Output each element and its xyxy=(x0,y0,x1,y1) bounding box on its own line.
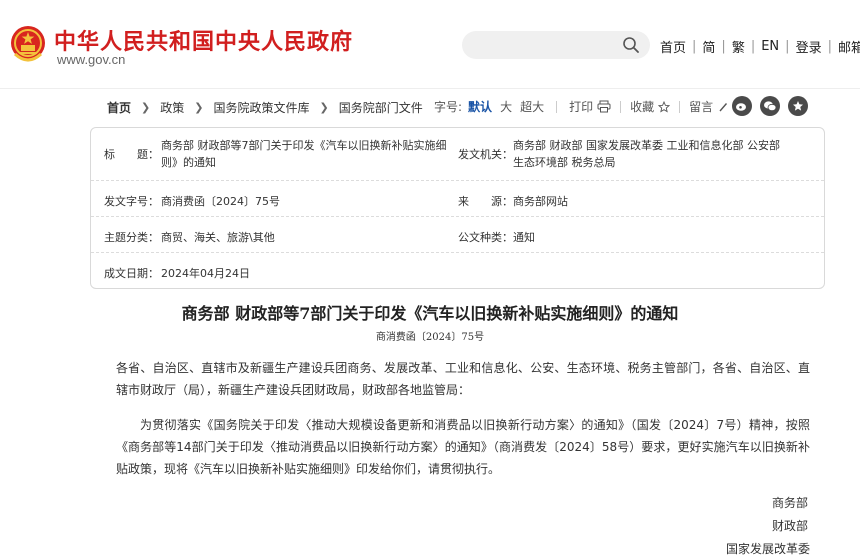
favorite-button[interactable]: 收藏 xyxy=(630,98,671,115)
favorite-label: 收藏 xyxy=(630,100,655,114)
link-separator: | xyxy=(750,39,756,54)
title-value: 商务部 财政部等7部门关于印发《汽车以旧换新补贴实施细则》的通知 xyxy=(161,139,447,169)
link-separator: | xyxy=(692,39,697,54)
document-title: 商务部 财政部等7部门关于印发《汽车以旧换新补贴实施细则》的通知 xyxy=(181,304,679,323)
breadcrumb-home[interactable]: 首页 xyxy=(107,99,131,116)
title-label: 标 题： xyxy=(104,148,159,161)
source-label: 来 源： xyxy=(458,195,513,208)
font-size-xlarge[interactable]: 超大 xyxy=(520,98,544,115)
link-simplified[interactable]: 简 xyxy=(702,37,715,56)
chevron-right-icon: ❯ xyxy=(141,101,151,114)
topic-label: 主题分类： xyxy=(104,231,159,244)
national-emblem-icon[interactable] xyxy=(9,24,47,64)
article-tools: 字号: 默认 大 超大 打印 收藏 留言 xyxy=(434,98,729,115)
bookmark-star-icon[interactable] xyxy=(788,96,808,116)
date-label: 成文日期： xyxy=(104,267,159,280)
weibo-icon[interactable] xyxy=(732,96,752,116)
issuer-label: 发文机关： xyxy=(458,148,513,161)
link-mail[interactable]: 邮箱 xyxy=(838,37,860,56)
breadcrumb-policy[interactable]: 政策 xyxy=(160,99,184,116)
font-size-label: 字号: xyxy=(434,100,463,114)
wechat-icon[interactable] xyxy=(760,96,780,116)
breadcrumb: 首页 ❯ 政策 ❯ 国务院政策文件库 ❯ 国务院部门文件 xyxy=(107,99,423,116)
tools-divider xyxy=(679,100,681,113)
comment-button[interactable]: 留言 xyxy=(689,98,729,115)
font-size-default[interactable]: 默认 xyxy=(468,98,492,115)
tools-divider xyxy=(620,100,622,113)
link-traditional[interactable]: 繁 xyxy=(732,37,745,56)
site-url: www.gov.cn xyxy=(57,52,126,67)
search-box xyxy=(462,31,650,59)
info-row-date: 成文日期： 2024年04月24日 xyxy=(91,253,824,289)
topic-value: 商贸、海关、旅游\其他 xyxy=(161,231,275,244)
link-login[interactable]: 登录 xyxy=(796,37,822,56)
breadcrumb-policy-library[interactable]: 国务院政策文件库 xyxy=(213,99,309,116)
link-separator: | xyxy=(785,39,790,54)
source-value: 商务部网站 xyxy=(513,195,568,208)
site-header: 中华人民共和国中央人民政府 www.gov.cn 首页 | 简 | 繁 | EN… xyxy=(0,0,860,88)
chevron-right-icon: ❯ xyxy=(319,101,329,114)
chevron-right-icon: ❯ xyxy=(194,101,204,114)
star-icon xyxy=(658,100,671,113)
top-links: 首页 | 简 | 繁 | EN | 登录 | 邮箱 xyxy=(660,37,860,56)
link-separator: | xyxy=(827,39,832,54)
type-value: 通知 xyxy=(513,231,535,244)
pencil-icon xyxy=(719,102,728,111)
tools-divider xyxy=(556,100,558,113)
docno-value: 商消费函〔2024〕75号 xyxy=(161,195,280,208)
print-button[interactable]: 打印 xyxy=(569,98,611,115)
document-body: 为贯彻落实《国务院关于印发〈推动大规模设备更新和消费品以旧换新行动方案〉的通知》… xyxy=(116,418,810,476)
issuer-value: 商务部 财政部 国家发展改革委 工业和信息化部 公安部 生态环境部 税务总局 xyxy=(513,139,780,169)
link-separator: | xyxy=(721,39,726,54)
signature-ndrc: 国家发展改革委 xyxy=(726,542,811,556)
signature-mofcom: 商务部 xyxy=(772,496,809,510)
font-size-large[interactable]: 大 xyxy=(500,98,512,115)
breadcrumb-department-docs[interactable]: 国务院部门文件 xyxy=(339,99,423,116)
search-icon[interactable] xyxy=(622,36,640,54)
breadcrumb-bar: 首页 ❯ 政策 ❯ 国务院政策文件库 ❯ 国务院部门文件 字号: 默认 大 超大… xyxy=(0,88,860,124)
info-row-title: 标 题： 商务部 财政部等7部门关于印发《汽车以旧换新补贴实施细则》的通知 发文… xyxy=(91,128,824,181)
docno-label: 发文字号： xyxy=(104,195,159,208)
printer-icon xyxy=(597,100,611,113)
document-info-table: 标 题： 商务部 财政部等7部门关于印发《汽车以旧换新补贴实施细则》的通知 发文… xyxy=(90,127,825,289)
comment-label: 留言 xyxy=(689,100,714,114)
info-row-docno: 发文字号： 商消费函〔2024〕75号 来 源： 商务部网站 xyxy=(91,181,824,217)
share-buttons xyxy=(732,96,816,116)
document-number: 商消费函〔2024〕75号 xyxy=(375,332,485,343)
print-label: 打印 xyxy=(569,100,594,114)
date-value: 2024年04月24日 xyxy=(161,267,250,280)
document-salutation: 各省、自治区、直辖市及新疆生产建设兵团商务、发展改革、工业和信息化、公安、生态环… xyxy=(116,361,810,397)
search-input[interactable] xyxy=(474,35,614,55)
info-row-topic: 主题分类： 商贸、海关、旅游\其他 公文种类： 通知 xyxy=(91,217,824,253)
link-english[interactable]: EN xyxy=(761,39,779,54)
signature-mof: 财政部 xyxy=(772,519,809,533)
link-home[interactable]: 首页 xyxy=(660,37,686,56)
type-label: 公文种类： xyxy=(458,231,513,244)
